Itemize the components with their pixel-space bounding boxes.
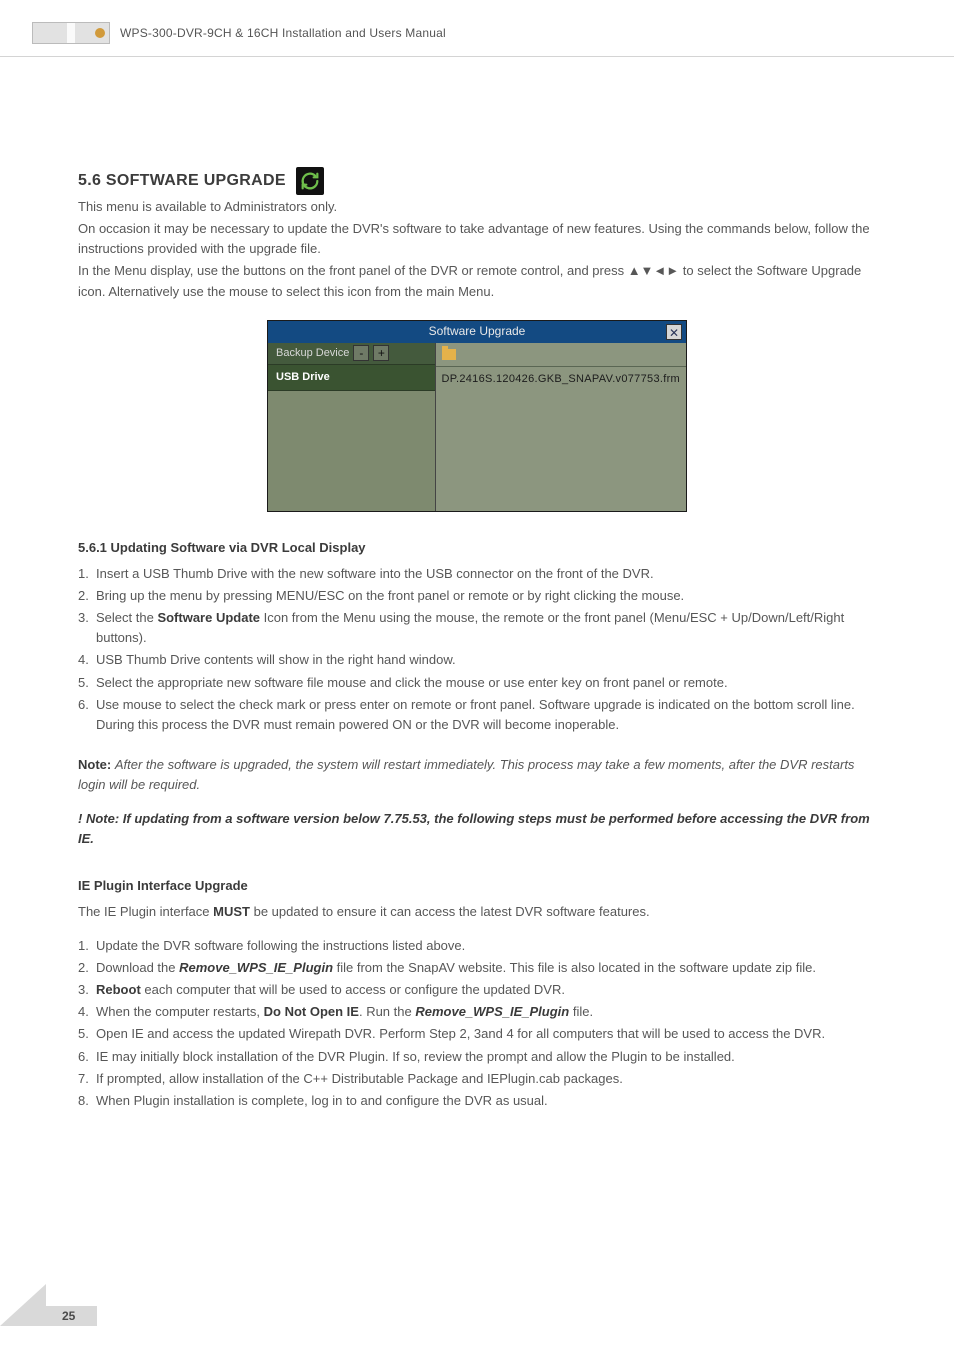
li-text: file from the SnapAV website. This file … <box>333 960 816 975</box>
folder-row[interactable] <box>436 343 686 367</box>
list-item: 3.Select the Software Update Icon from t… <box>78 608 876 648</box>
window-title: Software Upgrade <box>429 322 526 341</box>
screenshot-container: Software Upgrade ✕ Backup Device - + USB… <box>78 320 876 512</box>
list-item: 7.If prompted, allow installation of the… <box>78 1069 876 1089</box>
li-bold: Remove_WPS_IE_Plugin <box>415 1004 569 1019</box>
close-icon[interactable]: ✕ <box>666 324 682 340</box>
brand-logo <box>32 22 110 44</box>
li-text: Select the appropriate new software file… <box>96 675 728 690</box>
li-text: Bring up the menu by pressing MENU/ESC o… <box>96 588 684 603</box>
list-item: 4.When the computer restarts, Do Not Ope… <box>78 1002 876 1022</box>
list-item: 2.Bring up the menu by pressing MENU/ESC… <box>78 586 876 606</box>
intro-bold: MUST <box>213 904 250 919</box>
page-number: 25 <box>46 1306 97 1326</box>
list-item: 2.Download the Remove_WPS_IE_Plugin file… <box>78 958 876 978</box>
subsection-heading: IE Plugin Interface Upgrade <box>78 876 876 896</box>
device-item-usb[interactable]: USB Drive <box>268 365 435 391</box>
subsection-heading: 5.6.1 Updating Software via DVR Local Di… <box>78 538 876 558</box>
intro-text: In the Menu display, use the buttons on … <box>78 261 876 301</box>
li-text: Select the <box>96 610 157 625</box>
list-item: 5.Open IE and access the updated Wirepat… <box>78 1024 876 1044</box>
list-item: 8.When Plugin installation is complete, … <box>78 1091 876 1111</box>
page-footer: 25 <box>0 1284 97 1326</box>
list-item: 6.IE may initially block installation of… <box>78 1047 876 1067</box>
note-label: Note: <box>78 757 115 772</box>
instructions-list-1: 1.Insert a USB Thumb Drive with the new … <box>78 564 876 735</box>
list-item: 1.Insert a USB Thumb Drive with the new … <box>78 564 876 584</box>
li-text: file. <box>569 1004 593 1019</box>
section-heading: 5.6 SOFTWARE UPGRADE <box>78 169 286 194</box>
li-text: Update the DVR software following the in… <box>96 938 465 953</box>
li-text: When the computer restarts, <box>96 1004 264 1019</box>
sub2-intro: The IE Plugin interface MUST be updated … <box>78 902 876 922</box>
intro-frag: be updated to ensure it can access the l… <box>250 904 650 919</box>
li-text: IE may initially block installation of t… <box>96 1049 735 1064</box>
li-text: Use mouse to select the check mark or pr… <box>96 697 855 732</box>
document-title: WPS-300-DVR-9CH & 16CH Installation and … <box>120 26 446 40</box>
li-text: Download the <box>96 960 179 975</box>
note-paragraph: Note: After the software is upgraded, th… <box>78 755 876 795</box>
backup-device-label: Backup Device <box>276 345 349 362</box>
intro-frag: The IE Plugin interface <box>78 904 213 919</box>
list-item: 5.Select the appropriate new software fi… <box>78 673 876 693</box>
li-text: Insert a USB Thumb Drive with the new so… <box>96 566 654 581</box>
list-item: 1.Update the DVR software following the … <box>78 936 876 956</box>
page-content: 5.6 SOFTWARE UPGRADE This menu is availa… <box>0 57 954 1111</box>
firmware-file-item[interactable]: DP.2416S.120426.GKB_SNAPAV.v077753.frm <box>436 367 686 392</box>
plus-button[interactable]: + <box>373 345 389 361</box>
intro-text: On occasion it may be necessary to updat… <box>78 219 876 259</box>
list-item: 4.USB Thumb Drive contents will show in … <box>78 650 876 670</box>
backup-device-row: Backup Device - + <box>268 343 435 365</box>
li-text: Open IE and access the updated Wirepath … <box>96 1026 825 1041</box>
minus-button[interactable]: - <box>353 345 369 361</box>
window-titlebar: Software Upgrade ✕ <box>268 321 686 343</box>
li-text: each computer that will be used to acces… <box>141 982 565 997</box>
li-text: When Plugin installation is complete, lo… <box>96 1093 548 1108</box>
list-item: 6.Use mouse to select the check mark or … <box>78 695 876 735</box>
li-bold: Reboot <box>96 982 141 997</box>
li-text: USB Thumb Drive contents will show in th… <box>96 652 456 667</box>
window-right-pane: DP.2416S.120426.GKB_SNAPAV.v077753.frm <box>436 343 686 511</box>
warning-note: ! Note: If updating from a software vers… <box>78 809 876 849</box>
li-text: . Run the <box>359 1004 415 1019</box>
instructions-list-2: 1.Update the DVR software following the … <box>78 936 876 1111</box>
li-bold: Software Update <box>157 610 260 625</box>
intro-text: This menu is available to Administrators… <box>78 197 876 217</box>
li-bold: Remove_WPS_IE_Plugin <box>179 960 333 975</box>
list-item: 3.Reboot each computer that will be used… <box>78 980 876 1000</box>
footer-triangle <box>0 1284 46 1326</box>
li-bold: Do Not Open IE <box>264 1004 359 1019</box>
section-heading-row: 5.6 SOFTWARE UPGRADE <box>78 167 876 195</box>
page-header: WPS-300-DVR-9CH & 16CH Installation and … <box>0 0 954 57</box>
li-text: If prompted, allow installation of the C… <box>96 1071 623 1086</box>
folder-icon <box>442 349 456 360</box>
window-left-pane: Backup Device - + USB Drive <box>268 343 436 511</box>
refresh-icon <box>296 167 324 195</box>
software-upgrade-window: Software Upgrade ✕ Backup Device - + USB… <box>267 320 687 512</box>
note-text: After the software is upgraded, the syst… <box>78 757 854 792</box>
